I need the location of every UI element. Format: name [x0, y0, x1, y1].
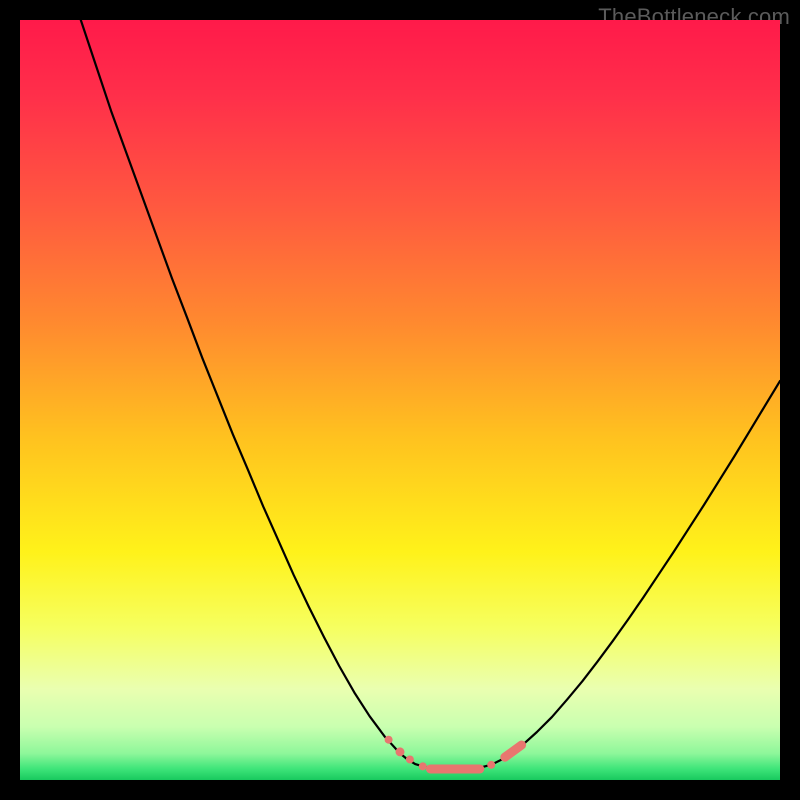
- marker-dot: [419, 762, 427, 770]
- gradient-background: [20, 20, 780, 780]
- outer-frame: TheBottleneck.com: [0, 0, 800, 800]
- marker-dot: [487, 761, 495, 769]
- marker-dot: [406, 755, 414, 763]
- marker-dot: [385, 736, 393, 744]
- marker-dot: [396, 747, 405, 756]
- chart-plot-area: [20, 20, 780, 780]
